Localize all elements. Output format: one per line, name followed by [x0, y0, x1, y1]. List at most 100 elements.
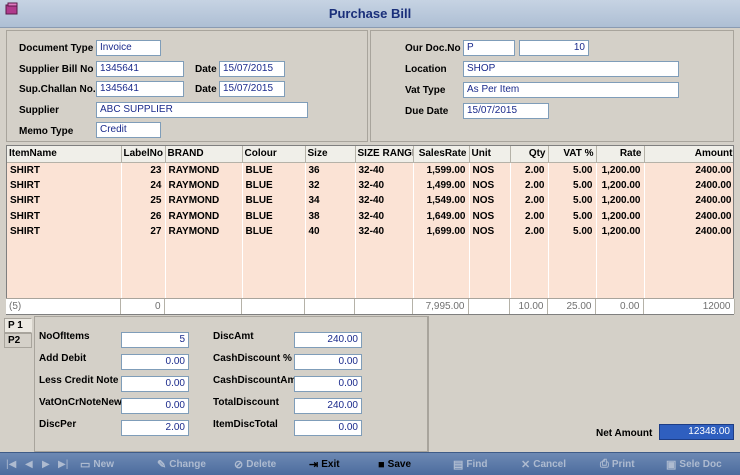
tab-p1[interactable]: P 1 [4, 318, 32, 333]
item-disc-total-field[interactable]: 0.00 [294, 420, 362, 436]
cell-size-range[interactable]: 32-40 [355, 208, 414, 224]
cell-amount[interactable]: 2400.00 [644, 177, 733, 193]
net-amount-field[interactable]: 12348.00 [659, 424, 734, 440]
prev-record-button[interactable]: ◀ [25, 459, 33, 470]
cash-discount-amt-field[interactable]: 0.00 [294, 376, 362, 392]
cell-colour[interactable]: BLUE [242, 208, 306, 224]
table-row[interactable]: SHIRT 26 RAYMOND BLUE 38 32-40 1,649.00 … [7, 208, 733, 224]
vat-on-cr-note-new-field[interactable]: 0.00 [121, 398, 189, 414]
cell-labelno[interactable]: 24 [121, 177, 166, 193]
cell-unit[interactable]: NOS [469, 177, 511, 193]
cell-itemname[interactable]: SHIRT [7, 224, 122, 240]
cell-itemname[interactable]: SHIRT [7, 208, 122, 224]
our-doc-no-field[interactable]: 10 [519, 40, 589, 56]
cell-qty[interactable]: 2.00 [510, 193, 549, 209]
table-row[interactable]: SHIRT 24 RAYMOND BLUE 32 32-40 1,499.00 … [7, 177, 733, 193]
cell-vat[interactable]: 5.00 [548, 177, 597, 193]
col-header-size[interactable]: Size [305, 146, 356, 163]
cell-amount[interactable]: 2400.00 [644, 208, 733, 224]
document-type-field[interactable]: Invoice [96, 40, 161, 56]
less-credit-note-field[interactable]: 0.00 [121, 376, 189, 392]
vat-type-field[interactable]: As Per Item [463, 82, 679, 98]
table-row[interactable]: SHIRT 27 RAYMOND BLUE 40 32-40 1,699.00 … [7, 224, 733, 240]
change-button[interactable]: ✎ Change [157, 457, 206, 472]
cell-labelno[interactable]: 25 [121, 193, 166, 209]
cell-salesrate[interactable]: 1,549.00 [413, 193, 470, 209]
cell-rate[interactable]: 1,200.00 [596, 177, 645, 193]
cell-vat[interactable]: 5.00 [548, 162, 597, 178]
exit-button[interactable]: ⇥ Exit [309, 457, 340, 472]
our-doc-prefix-field[interactable]: P [463, 40, 515, 56]
disc-per-field[interactable]: 2.00 [121, 420, 189, 436]
cell-amount[interactable]: 2400.00 [644, 224, 733, 240]
col-header-itemname[interactable]: ItemName [7, 146, 122, 163]
sele-doc-button[interactable]: ▣ Sele Doc [666, 457, 722, 472]
cell-size[interactable]: 36 [305, 162, 356, 178]
cell-rate[interactable]: 1,200.00 [596, 224, 645, 240]
empty-row[interactable] [7, 239, 733, 302]
cell-amount[interactable]: 2400.00 [644, 193, 733, 209]
cell-colour[interactable]: BLUE [242, 177, 306, 193]
cell-brand[interactable]: RAYMOND [165, 224, 243, 240]
last-record-button[interactable]: ▶| [58, 459, 68, 470]
cell-vat[interactable]: 5.00 [548, 193, 597, 209]
cell-qty[interactable]: 2.00 [510, 162, 549, 178]
cell-unit[interactable]: NOS [469, 208, 511, 224]
cell-labelno[interactable]: 26 [121, 208, 166, 224]
no-of-items-field[interactable]: 5 [121, 332, 189, 348]
cell-amount[interactable]: 2400.00 [644, 162, 733, 178]
col-header-brand[interactable]: BRAND [165, 146, 243, 163]
cell-brand[interactable]: RAYMOND [165, 193, 243, 209]
cell-size-range[interactable]: 32-40 [355, 162, 414, 178]
add-debit-field[interactable]: 0.00 [121, 354, 189, 370]
sup-challan-no-field[interactable]: 1345641 [96, 81, 184, 97]
cell-qty[interactable]: 2.00 [510, 208, 549, 224]
col-header-unit[interactable]: Unit [469, 146, 511, 163]
table-row[interactable]: SHIRT 25 RAYMOND BLUE 34 32-40 1,549.00 … [7, 193, 733, 209]
next-record-button[interactable]: ▶ [42, 459, 50, 470]
cell-size-range[interactable]: 32-40 [355, 177, 414, 193]
cell-size-range[interactable]: 32-40 [355, 224, 414, 240]
cell-brand[interactable]: RAYMOND [165, 177, 243, 193]
cell-unit[interactable]: NOS [469, 224, 511, 240]
cell-colour[interactable]: BLUE [242, 162, 306, 178]
delete-button[interactable]: ⊘ Delete [234, 457, 276, 472]
cell-itemname[interactable]: SHIRT [7, 162, 122, 178]
cell-brand[interactable]: RAYMOND [165, 208, 243, 224]
cell-labelno[interactable]: 23 [121, 162, 166, 178]
disc-amt-field[interactable]: 240.00 [294, 332, 362, 348]
due-date-field[interactable]: 15/07/2015 [463, 103, 549, 119]
col-header-salesrate[interactable]: SalesRate [413, 146, 470, 163]
memo-type-field[interactable]: Credit [96, 122, 161, 138]
cell-rate[interactable]: 1,200.00 [596, 193, 645, 209]
save-button[interactable]: ■ Save [378, 457, 411, 472]
cell-salesrate[interactable]: 1,499.00 [413, 177, 470, 193]
col-header-qty[interactable]: Qty [510, 146, 549, 163]
cell-brand[interactable]: RAYMOND [165, 162, 243, 178]
cell-size-range[interactable]: 32-40 [355, 193, 414, 209]
col-header-vat[interactable]: VAT % [548, 146, 597, 163]
supplier-bill-no-field[interactable]: 1345641 [96, 61, 184, 77]
col-header-labelno[interactable]: LabelNo [121, 146, 166, 163]
cell-size[interactable]: 40 [305, 224, 356, 240]
cell-labelno[interactable]: 27 [121, 224, 166, 240]
cash-discount-pct-field[interactable]: 0.00 [294, 354, 362, 370]
cell-salesrate[interactable]: 1,699.00 [413, 224, 470, 240]
col-header-amount[interactable]: Amount [644, 146, 733, 163]
challan-date-field[interactable]: 15/07/2015 [219, 81, 285, 97]
col-header-rate[interactable]: Rate [596, 146, 645, 163]
cell-itemname[interactable]: SHIRT [7, 193, 122, 209]
cell-salesrate[interactable]: 1,599.00 [413, 162, 470, 178]
col-header-size-range[interactable]: SIZE RANGE [355, 146, 414, 163]
location-field[interactable]: SHOP [463, 61, 679, 77]
cell-itemname[interactable]: SHIRT [7, 177, 122, 193]
new-button[interactable]: ▭ New [80, 457, 114, 472]
cell-size[interactable]: 38 [305, 208, 356, 224]
tab-p2[interactable]: P2 [4, 333, 32, 348]
cancel-button[interactable]: ✕ Cancel [521, 457, 566, 472]
cell-vat[interactable]: 5.00 [548, 208, 597, 224]
cell-qty[interactable]: 2.00 [510, 224, 549, 240]
cell-colour[interactable]: BLUE [242, 193, 306, 209]
bill-date-field[interactable]: 15/07/2015 [219, 61, 285, 77]
cell-size[interactable]: 34 [305, 193, 356, 209]
